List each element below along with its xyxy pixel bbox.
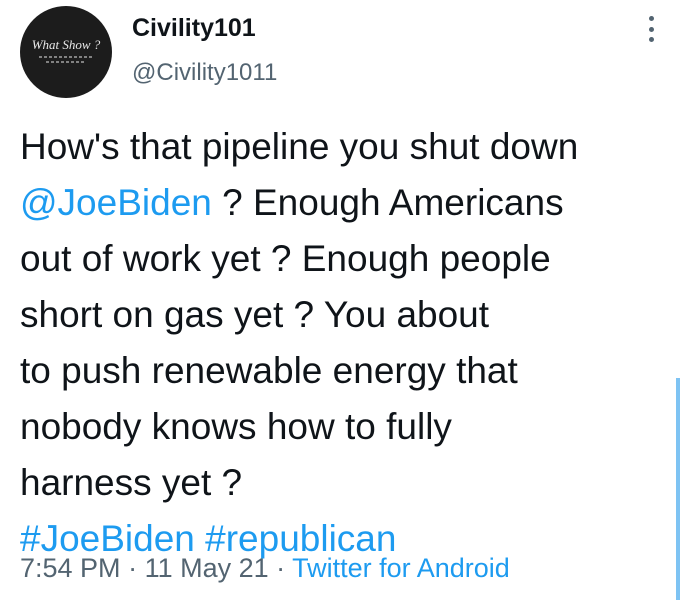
tweet-text-line: nobody knows how to fully <box>20 399 670 455</box>
scrollbar[interactable] <box>676 378 680 600</box>
tweet-source-link[interactable]: Twitter for Android <box>292 553 510 583</box>
tweet-date[interactable]: 11 May 21 <box>145 553 269 583</box>
tweet-text-segment: to push renewable energy that <box>20 350 518 391</box>
author-display-name[interactable]: Civility101 <box>132 13 256 43</box>
tweet-text-line: to push renewable energy that <box>20 343 670 399</box>
more-vertical-icon <box>648 26 654 32</box>
more-options-button[interactable] <box>644 16 658 42</box>
avatar[interactable]: What Show ? <box>20 6 112 98</box>
tweet-text-line: harness yet ? <box>20 455 670 511</box>
tweet-card: What Show ? Civility101 @Civility1011 Ho… <box>0 0 680 600</box>
tweet-text-segment: short on gas yet ? You about <box>20 294 490 335</box>
tweet-meta: 7:54 PM · 11 May 21 · Twitter for Androi… <box>20 551 510 585</box>
avatar-tagline-line <box>39 55 93 58</box>
tweet-text-line: @JoeBiden ? Enough Americans <box>20 175 670 231</box>
avatar-logo-text: What Show ? <box>31 36 101 52</box>
avatar-tagline-line <box>46 60 86 63</box>
tweet-text-segment: ? Enough Americans <box>211 182 564 223</box>
author-handle[interactable]: @Civility1011 <box>132 59 277 87</box>
tweet-text-line: short on gas yet ? You about <box>20 287 670 343</box>
meta-separator: · <box>120 553 145 583</box>
tweet-text-segment: out of work yet ? Enough people <box>20 238 551 279</box>
tweet-text-line: How's that pipeline you shut down <box>20 119 670 175</box>
tweet-text-segment: How's that pipeline you shut down <box>20 126 579 167</box>
meta-separator: · <box>268 553 293 583</box>
tweet-text-segment: harness yet ? <box>20 462 243 503</box>
tweet-text-line: out of work yet ? Enough people <box>20 231 670 287</box>
tweet-time[interactable]: 7:54 PM <box>20 553 121 583</box>
tweet-text-segment: nobody knows how to fully <box>20 406 452 447</box>
mention-link[interactable]: @JoeBiden <box>20 182 212 223</box>
tweet-text: How's that pipeline you shut down @JoeBid… <box>20 119 670 567</box>
more-vertical-icon <box>648 16 654 21</box>
more-vertical-icon <box>648 37 654 42</box>
